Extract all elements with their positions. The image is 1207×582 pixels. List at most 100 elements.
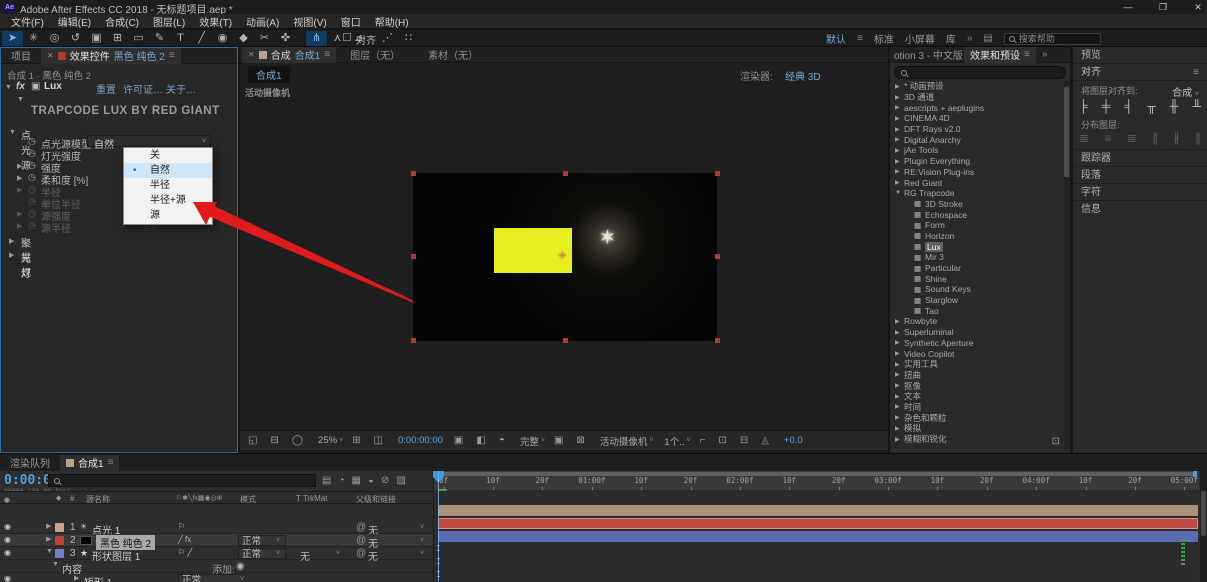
viewer-toolbar-item[interactable]: 1个.. ˅: [662, 434, 690, 448]
hand-tool[interactable]: ✳: [23, 31, 44, 46]
timeline-scrollbar[interactable]: [1200, 471, 1207, 582]
viewer-toolbar-item[interactable]: ◬: [761, 435, 773, 446]
align-button-icon[interactable]: ╨: [1192, 99, 1201, 113]
expander-icon[interactable]: ▼: [17, 96, 24, 103]
about-link[interactable]: 关于…: [166, 81, 196, 96]
stopwatch-icon[interactable]: ◷: [28, 208, 36, 219]
viewer-toolbar-item[interactable]: ⊟: [740, 435, 752, 446]
composition-canvas[interactable]: ✶ ◈: [413, 173, 717, 341]
effects-list-item[interactable]: ▦ Sound Keys: [890, 284, 1064, 295]
effects-list-item[interactable]: ▦ Horizon: [890, 231, 1064, 242]
expander-icon[interactable]: ▶: [9, 251, 14, 259]
timeline-toggle-icon[interactable]: ▦: [352, 475, 361, 486]
expander-icon[interactable]: ▶: [895, 329, 904, 336]
panel-menu-icon[interactable]: ≡: [1193, 64, 1199, 81]
renderer-value[interactable]: 经典 3D: [785, 68, 821, 83]
eraser-tool[interactable]: ◆: [233, 31, 254, 46]
expander-icon[interactable]: ▶: [895, 136, 904, 143]
expander-icon[interactable]: ▼: [52, 561, 59, 568]
rotate-tool[interactable]: ↺: [65, 31, 86, 46]
expander-icon[interactable]: ▶: [895, 361, 904, 368]
tab-render-queue[interactable]: 渲染队列: [0, 455, 60, 470]
layer-switches[interactable]: ⚐: [178, 522, 185, 531]
expander-icon[interactable]: ▶: [17, 222, 22, 230]
tab-composition[interactable]: ✕ 合成 合成1 ≡: [242, 46, 337, 63]
expander-icon[interactable]: ▶: [895, 403, 904, 410]
brush-tool[interactable]: ╱: [191, 31, 212, 46]
workspace-default[interactable]: 默认: [826, 31, 846, 46]
time-ruler[interactable]: 0f 10f 20f 01:00f 10f 20f 02:00f 10f 20f 03:00f 10…: [434, 471, 1199, 491]
panel-align[interactable]: 对齐 ≡: [1073, 64, 1207, 81]
tab-timeline-comp[interactable]: 合成1 ≡: [60, 454, 120, 471]
selection-handle[interactable]: [411, 254, 416, 259]
layer-switches[interactable]: ⚐ ╱: [178, 548, 192, 557]
selection-handle[interactable]: [715, 254, 720, 259]
effects-list-item[interactable]: ▶ DFT Rays v2.0: [890, 124, 1064, 135]
tab-footage[interactable]: 素材（无）: [414, 47, 492, 62]
menu-item[interactable]: 帮助(H): [368, 14, 416, 29]
align-button-icon[interactable]: ╡: [1124, 99, 1133, 113]
menu-item[interactable]: 效果(T): [192, 14, 239, 29]
viewer-toolbar-item[interactable]: 0:00:00:00: [396, 435, 445, 446]
panel-menu-icon[interactable]: ≡: [108, 457, 114, 468]
dropdown-option[interactable]: 源: [124, 208, 212, 223]
viewer-toolbar-item[interactable]: ⊟: [270, 435, 282, 446]
layer-row-1[interactable]: ◉ ▶ 1 ☀ 点光 1 ⚐ @ 无 ˅: [0, 521, 433, 537]
expander-icon[interactable]: ▶: [895, 126, 904, 133]
tab-overflow-icon[interactable]: »: [1042, 49, 1048, 60]
effects-list-item[interactable]: ▶ 3D 通道: [890, 92, 1064, 103]
shape-group-name[interactable]: 矩形 1: [84, 574, 112, 582]
contents-row[interactable]: ▼ 内容 添加: ◉: [0, 560, 433, 576]
layer-label-swatch[interactable]: [55, 523, 64, 532]
expander-icon[interactable]: ▶: [74, 574, 79, 582]
selection-handle[interactable]: [563, 171, 568, 176]
distribute-button-icon[interactable]: ≡: [1104, 131, 1111, 145]
expander-icon[interactable]: ▶: [895, 339, 904, 346]
expander-icon[interactable]: ▶: [895, 393, 904, 400]
puppet-pin-tool[interactable]: ✜: [275, 31, 296, 46]
viewer-toolbar-item[interactable]: ◫: [374, 435, 387, 446]
distribute-button-icon[interactable]: ∦: [1174, 131, 1180, 145]
point-light-star-icon[interactable]: ✶: [599, 225, 616, 250]
roto-brush-tool[interactable]: ✂: [254, 31, 275, 46]
stopwatch-icon[interactable]: ◷: [28, 148, 36, 159]
panel-grid-icon[interactable]: ▤: [983, 33, 992, 44]
expander-icon[interactable]: ▶: [17, 210, 22, 218]
viewer-toolbar-item[interactable]: ⌐: [700, 435, 710, 446]
help-search-box[interactable]: 搜索帮助: [1003, 32, 1101, 45]
distribute-button-icon[interactable]: ≣: [1079, 131, 1089, 145]
expander-icon[interactable]: ▶: [895, 179, 904, 186]
expander-icon[interactable]: ▶: [895, 371, 904, 378]
align-to-dropdown[interactable]: 合成 ˅: [1172, 84, 1199, 99]
expander-icon[interactable]: ▶: [895, 94, 904, 101]
maximize-button[interactable]: ❐: [1150, 0, 1176, 14]
eye-icon[interactable]: ◉: [4, 548, 11, 557]
effects-list-item[interactable]: ▦ Tao: [890, 305, 1064, 316]
dropdown-option[interactable]: 关: [124, 148, 212, 163]
selection-handle[interactable]: [411, 171, 416, 176]
distribute-button-icon[interactable]: ∥: [1152, 131, 1158, 145]
zoom-tool[interactable]: ◎: [44, 31, 65, 46]
minimize-button[interactable]: —: [1115, 0, 1141, 14]
collapsed-panel-tab[interactable]: 字符: [1073, 183, 1207, 200]
snap-icon[interactable]: ∷: [398, 31, 419, 46]
shape-tool[interactable]: ▭: [128, 31, 149, 46]
expander-icon[interactable]: ▶: [17, 174, 22, 182]
stopwatch-icon[interactable]: ◷: [28, 172, 36, 183]
viewer-toolbar-item[interactable]: ⊠: [576, 435, 588, 446]
mode-column[interactable]: 模式: [240, 494, 256, 505]
snap-icon[interactable]: ⋰: [377, 31, 398, 46]
playhead-line[interactable]: [438, 471, 439, 582]
workspace-overflow-icon[interactable]: »: [967, 33, 973, 44]
effects-list-item[interactable]: ▦ Particular: [890, 263, 1064, 274]
effects-list-item[interactable]: ▶ Digital Anarchy: [890, 134, 1064, 145]
stopwatch-icon[interactable]: ◷: [28, 160, 36, 171]
viewer-toolbar-item[interactable]: ◓: [499, 435, 509, 446]
timeline-toggle-icon[interactable]: ▨: [396, 475, 405, 486]
expander-icon[interactable]: ▶: [895, 436, 904, 443]
distribute-button-icon[interactable]: ≣: [1127, 131, 1137, 145]
workspace-standard[interactable]: 标准: [874, 31, 894, 46]
scrollbar-thumb[interactable]: [1064, 87, 1069, 177]
layer-bar-solid[interactable]: [438, 518, 1198, 529]
axis-mode-icon[interactable]: ⋔: [306, 31, 327, 46]
